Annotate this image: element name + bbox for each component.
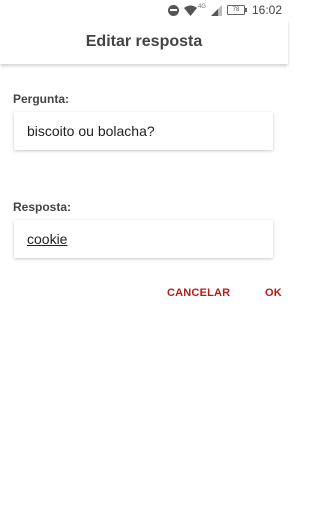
- answer-text: cookie: [27, 231, 68, 247]
- cancel-button[interactable]: CANCELAR: [167, 287, 230, 299]
- do-not-disturb-icon: [167, 4, 179, 16]
- ok-button[interactable]: OK: [265, 287, 282, 299]
- answer-label: Resposta:: [13, 200, 72, 214]
- status-bar: 4G 78 16:02: [0, 0, 288, 20]
- app-bar: Editar resposta: [0, 20, 288, 64]
- answer-field[interactable]: cookie: [14, 220, 273, 258]
- network-type-label: 4G: [197, 4, 206, 10]
- status-clock: 16:02: [251, 3, 282, 17]
- status-icons: 4G 78 16:02: [167, 3, 282, 17]
- page-title: Editar resposta: [85, 33, 203, 50]
- question-field[interactable]: biscoito ou bolacha?: [14, 112, 273, 150]
- question-label: Pergunta:: [13, 92, 70, 106]
- wifi-icon: [183, 5, 197, 16]
- cell-signal-icon: [210, 4, 222, 16]
- question-text: biscoito ou bolacha?: [27, 123, 155, 139]
- dialog-actions: CANCELAR OK: [32, 287, 320, 303]
- battery-icon: 78: [226, 5, 247, 15]
